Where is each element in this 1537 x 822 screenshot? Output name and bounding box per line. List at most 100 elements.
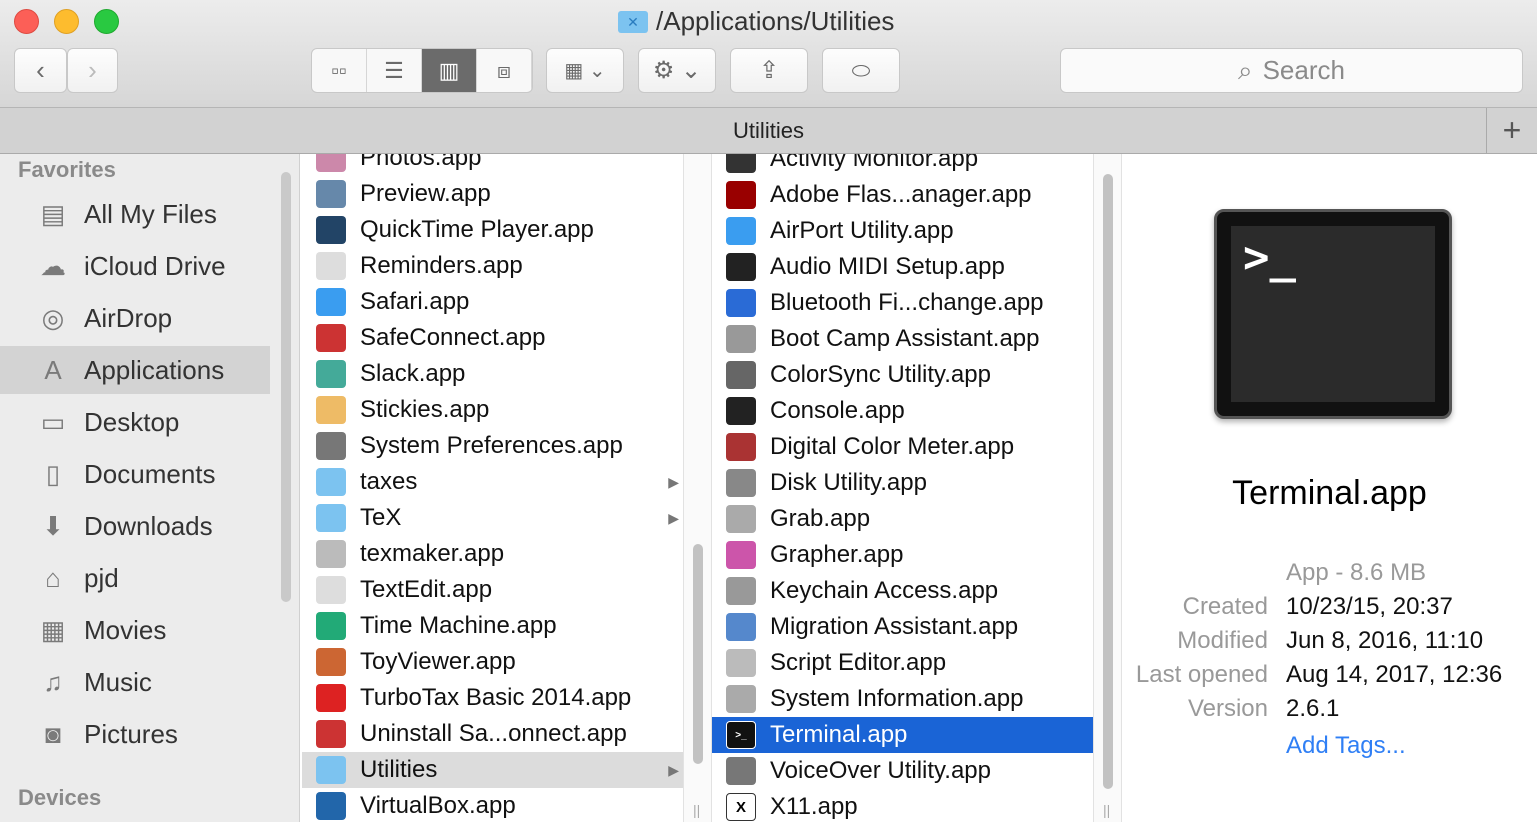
file-name: QuickTime Player.app xyxy=(360,216,594,243)
file-row[interactable]: Preview.app xyxy=(302,176,683,212)
file-row[interactable]: Reminders.app xyxy=(302,248,683,284)
pictures-icon: ◙ xyxy=(45,718,61,749)
file-row[interactable]: ToyViewer.app xyxy=(302,644,683,680)
file-row[interactable]: SafeConnect.app xyxy=(302,320,683,356)
arrange-button[interactable]: ▦ ⌄ xyxy=(546,48,624,93)
pjd-icon: ⌂ xyxy=(45,562,61,593)
file-name: texmaker.app xyxy=(360,540,505,567)
file-name: Time Machine.app xyxy=(360,612,557,639)
window-title: ✕ /Applications/Utilities xyxy=(618,6,894,37)
file-row[interactable]: Migration Assistant.app xyxy=(712,609,1093,645)
file-row[interactable]: AirPort Utility.app xyxy=(712,213,1093,249)
utilities-column: Activity Monitor.app Adobe Flas...anager.… xyxy=(712,154,1093,822)
app-icon xyxy=(316,720,346,748)
share-button[interactable]: ⇪ xyxy=(730,48,808,93)
file-row[interactable]: TurboTax Basic 2014.app xyxy=(302,680,683,716)
file-row[interactable]: Photos.app xyxy=(302,154,683,176)
file-row[interactable]: Audio MIDI Setup.app xyxy=(712,249,1093,285)
file-row[interactable]: VoiceOver Utility.app xyxy=(712,753,1093,789)
forward-button[interactable]: › xyxy=(67,48,118,93)
sidebar-item-desktop[interactable]: ▭ Desktop xyxy=(0,398,270,446)
close-button[interactable] xyxy=(14,9,39,34)
column-view-button[interactable]: ▥ xyxy=(422,49,477,92)
file-row[interactable]: Script Editor.app xyxy=(712,645,1093,681)
file-name: TurboTax Basic 2014.app xyxy=(360,684,632,711)
sidebar-item-pictures[interactable]: ◙ Pictures xyxy=(0,710,270,758)
file-row[interactable]: Disk Utility.app xyxy=(712,465,1093,501)
file-name: Reminders.app xyxy=(360,252,523,279)
file-name: ColorSync Utility.app xyxy=(770,361,991,388)
file-row[interactable]: Stickies.app xyxy=(302,392,683,428)
app-icon xyxy=(316,684,346,712)
info-value: Aug 14, 2017, 12:36 xyxy=(1286,661,1503,688)
icon-view-button[interactable]: ▫▫ xyxy=(312,49,367,92)
file-row[interactable]: Safari.app xyxy=(302,284,683,320)
file-row[interactable]: Slack.app xyxy=(302,356,683,392)
file-row[interactable]: ColorSync Utility.app xyxy=(712,357,1093,393)
app-icon xyxy=(316,252,346,280)
tags-button[interactable]: ⬭ xyxy=(822,48,900,93)
app-icon xyxy=(316,180,346,208)
file-row[interactable]: Keychain Access.app xyxy=(712,573,1093,609)
file-row[interactable]: Digital Color Meter.app xyxy=(712,429,1093,465)
sidebar-item-pjd[interactable]: ⌂ pjd xyxy=(0,554,270,602)
back-button[interactable]: ‹ xyxy=(14,48,67,93)
sidebar-item-applications[interactable]: A Applications xyxy=(0,346,270,394)
file-row[interactable]: texmaker.app xyxy=(302,536,683,572)
add-tags-link[interactable]: Add Tags... xyxy=(1286,732,1406,760)
column2-scrollbar[interactable]: || xyxy=(1093,154,1122,822)
desktop-icon: ▭ xyxy=(40,406,66,437)
file-row[interactable]: Bluetooth Fi...change.app xyxy=(712,285,1093,321)
sidebar-item-all-my-files[interactable]: ▤ All My Files xyxy=(0,190,270,238)
folder-row[interactable]: TeX ▶ xyxy=(302,500,683,536)
sidebar-item-label: Applications xyxy=(84,354,225,385)
file-row[interactable]: X X11.app xyxy=(712,789,1093,822)
file-row[interactable]: Adobe Flas...anager.app xyxy=(712,177,1093,213)
file-name: Grapher.app xyxy=(770,541,904,568)
folder-row[interactable]: Utilities ▶ xyxy=(302,752,683,788)
file-row[interactable]: Grapher.app xyxy=(712,537,1093,573)
sidebar-item-documents[interactable]: ▯ Documents xyxy=(0,450,270,498)
app-icon xyxy=(316,396,346,424)
sidebar-item-music[interactable]: ♫ Music xyxy=(0,658,270,706)
info-label: Modified xyxy=(1177,627,1268,654)
file-row[interactable]: System Preferences.app xyxy=(302,428,683,464)
info-row: Created 10/23/15, 20:37 xyxy=(1122,593,1537,621)
sidebar-item-icloud-drive[interactable]: ☁ iCloud Drive xyxy=(0,242,270,290)
file-row[interactable]: Uninstall Sa...onnect.app xyxy=(302,716,683,752)
file-row[interactable]: QuickTime Player.app xyxy=(302,212,683,248)
info-row: Modified Jun 8, 2016, 11:10 xyxy=(1122,627,1537,655)
file-name: Preview.app xyxy=(360,180,491,207)
search-input[interactable]: ⌕ Search xyxy=(1060,48,1523,93)
disclosure-arrow-icon: ▶ xyxy=(668,473,679,490)
new-tab-button[interactable]: + xyxy=(1486,108,1537,154)
app-icon xyxy=(726,433,756,461)
file-row[interactable]: System Information.app xyxy=(712,681,1093,717)
sidebar-item-downloads[interactable]: ⬇ Downloads xyxy=(0,502,270,550)
column1-scrollbar[interactable]: || xyxy=(683,154,712,822)
file-row[interactable]: TextEdit.app xyxy=(302,572,683,608)
zoom-button[interactable] xyxy=(94,9,119,34)
preview-name: Terminal.app xyxy=(1232,474,1427,512)
sidebar-item-label: iCloud Drive xyxy=(84,250,226,281)
folder-row[interactable]: taxes ▶ xyxy=(302,464,683,500)
view-switcher: ▫▫ ☰ ▥ ⧈ xyxy=(311,48,533,93)
file-row[interactable]: Grab.app xyxy=(712,501,1093,537)
cover-flow-view-button[interactable]: ⧈ xyxy=(477,49,532,92)
file-row[interactable]: >_ Terminal.app xyxy=(712,717,1093,753)
sidebar-scrollbar[interactable] xyxy=(281,172,291,602)
file-row[interactable]: Console.app xyxy=(712,393,1093,429)
file-row[interactable]: VirtualBox.app xyxy=(302,788,683,822)
app-icon xyxy=(726,154,756,173)
file-row[interactable]: Time Machine.app xyxy=(302,608,683,644)
file-name: System Information.app xyxy=(770,685,1024,712)
app-icon xyxy=(316,432,346,460)
minimize-button[interactable] xyxy=(54,9,79,34)
file-row[interactable]: Activity Monitor.app xyxy=(712,154,1093,177)
file-row[interactable]: Boot Camp Assistant.app xyxy=(712,321,1093,357)
sidebar-item-airdrop[interactable]: ◎ AirDrop xyxy=(0,294,270,342)
disclosure-arrow-icon: ▶ xyxy=(668,761,679,778)
list-view-button[interactable]: ☰ xyxy=(367,49,422,92)
sidebar-item-movies[interactable]: ▦ Movies xyxy=(0,606,270,654)
action-gear-button[interactable]: ⚙ ⌄ xyxy=(638,48,716,93)
